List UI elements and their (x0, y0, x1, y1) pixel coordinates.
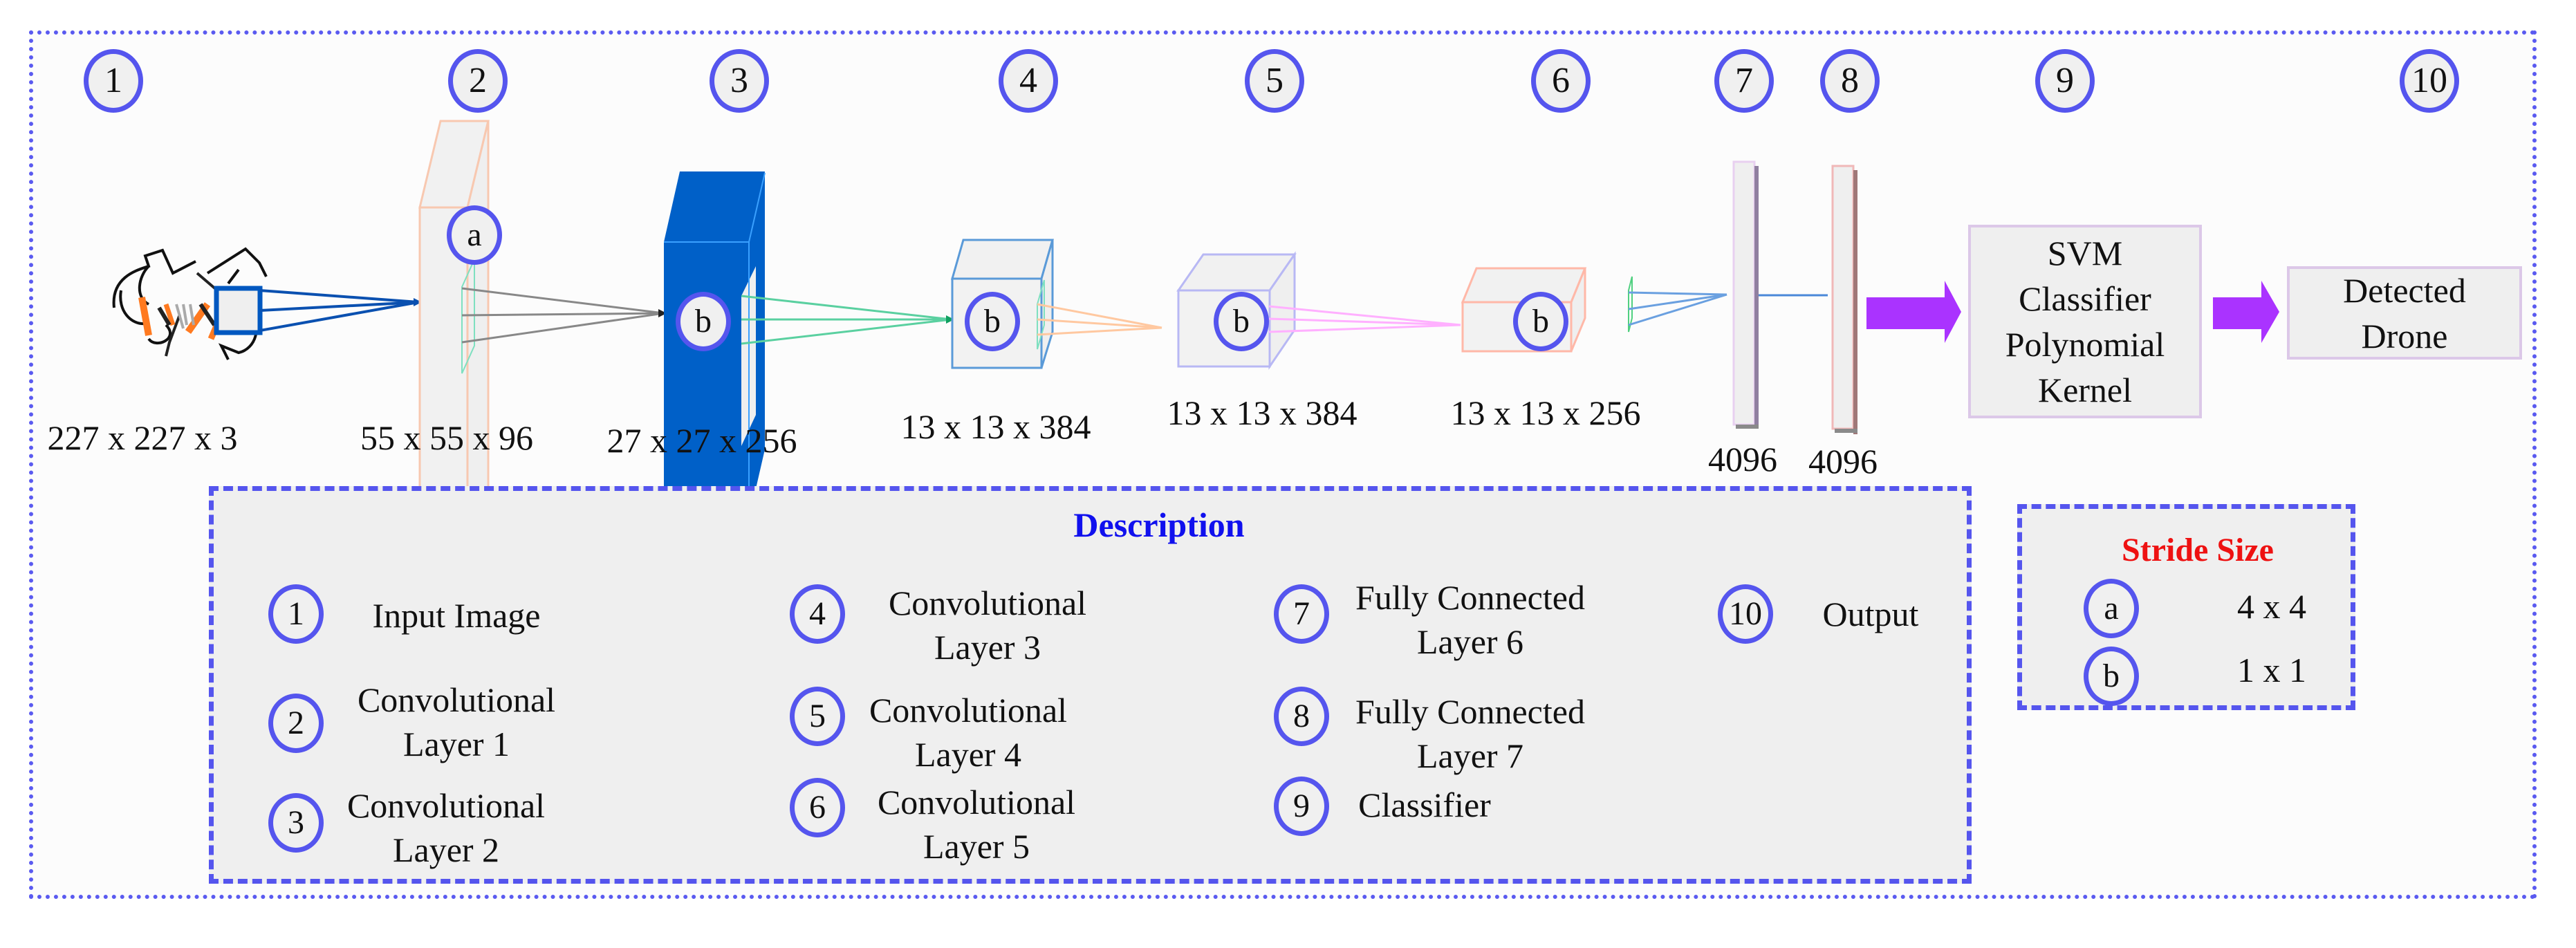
step-circle-8: 8 (1820, 49, 1880, 113)
desc-label-6-line-2: Layer 5 (923, 827, 1030, 866)
step-circle-1: 1 (84, 49, 143, 113)
desc-label-1: Input Image (373, 593, 541, 638)
stride-title: Stride Size (2122, 532, 2274, 568)
stride-key-a: a (2084, 579, 2139, 638)
desc-circle-8: 8 (1274, 687, 1329, 746)
stride-marker-conv4: b (1214, 292, 1269, 351)
svm-line-1: SVM (2047, 234, 2123, 272)
stride-marker-conv5: b (1513, 292, 1568, 351)
fc6-bar (1732, 160, 1759, 429)
desc-label-7-line-1: Fully Connected (1355, 578, 1585, 617)
desc-circle-4: 4 (790, 584, 845, 644)
desc-label-8: Fully Connected Layer 7 (1355, 689, 1585, 778)
desc-label-4-line-2: Layer 3 (934, 628, 1041, 667)
output-line-2: Drone (2361, 316, 2448, 355)
desc-label-2: Convolutional Layer 1 (358, 678, 555, 766)
description-title: Description (1073, 505, 1245, 544)
conv3-projection-lines (1037, 303, 1162, 336)
desc-label-7-line-2: Layer 6 (1416, 622, 1524, 661)
stride-marker-conv2: b (676, 292, 731, 351)
desc-label-1-line-1: Input Image (372, 596, 541, 635)
step-circle-5: 5 (1245, 49, 1304, 113)
stride-value-b: 1 x 1 (2237, 651, 2306, 689)
desc-circle-6: 6 (790, 778, 845, 837)
arrow-to-output (2213, 281, 2279, 343)
output-line-1: Detected (2343, 270, 2466, 310)
desc-label-4-line-1: Convolutional (888, 584, 1087, 622)
conv1-projection-lines (461, 287, 665, 344)
desc-label-4: Convolutional Layer 3 (889, 581, 1086, 669)
step-circle-9: 9 (2035, 49, 2095, 113)
desc-label-5: Convolutional Layer 4 (869, 688, 1067, 777)
desc-label-9: Classifier (1358, 783, 1491, 827)
stride-value-a: 4 x 4 (2237, 587, 2306, 626)
desc-circle-2: 2 (268, 694, 324, 753)
desc-label-10: Output (1823, 592, 1919, 636)
desc-circle-1: 1 (268, 584, 324, 644)
stride-marker-conv1: a (447, 205, 502, 265)
conv2-projection-lines (741, 295, 952, 345)
desc-circle-5: 5 (790, 687, 845, 746)
desc-label-3-line-1: Convolutional (346, 786, 546, 825)
desc-label-6-line-1: Convolutional (877, 783, 1076, 821)
svm-line-4: Kernel (2037, 371, 2133, 409)
stride-key-b: b (2084, 647, 2139, 706)
svm-line-2: Classifier (2019, 279, 2151, 318)
desc-label-2-line-2: Layer 1 (402, 725, 510, 763)
dim-conv4: 13 x 13 x 384 (1167, 393, 1358, 432)
desc-label-3: Convolutional Layer 2 (347, 783, 545, 872)
step-circle-4: 4 (999, 49, 1058, 113)
desc-label-5-line-2: Layer 4 (914, 735, 1022, 774)
dim-fc7: 4096 (1808, 442, 1878, 481)
svm-line-3: Polynomial (2005, 325, 2165, 364)
desc-circle-7: 7 (1274, 584, 1329, 644)
input-projection-lines (259, 289, 419, 332)
dim-fc6: 4096 (1708, 440, 1777, 478)
desc-label-6: Convolutional Layer 5 (878, 780, 1075, 868)
desc-label-8-line-1: Fully Connected (1355, 692, 1585, 731)
step-circle-10: 10 (2400, 49, 2459, 113)
desc-circle-10: 10 (1718, 584, 1773, 644)
arrow-to-classifier (1866, 281, 1961, 343)
dim-conv5: 13 x 13 x 256 (1450, 393, 1641, 432)
svm-classifier-box: SVM Classifier Polynomial Kernel (1968, 225, 2202, 418)
dim-conv1: 55 x 55 x 96 (360, 418, 533, 457)
desc-label-7: Fully Connected Layer 6 (1355, 575, 1585, 664)
input-kernel (214, 286, 263, 335)
desc-label-2-line-1: Convolutional (357, 680, 556, 719)
step-circle-6: 6 (1531, 49, 1591, 113)
desc-circle-9: 9 (1274, 777, 1329, 836)
stride-marker-conv3: b (965, 292, 1020, 351)
step-circle-2: 2 (448, 49, 508, 113)
desc-label-3-line-2: Layer 2 (392, 830, 500, 869)
desc-label-10-line-1: Output (1822, 595, 1919, 633)
dim-input: 227 x 227 x 3 (47, 418, 238, 457)
desc-circle-3: 3 (268, 793, 324, 853)
step-circle-7: 7 (1714, 49, 1774, 113)
dim-conv3: 13 x 13 x 384 (900, 407, 1091, 446)
step-circle-3: 3 (710, 49, 769, 113)
desc-label-8-line-2: Layer 7 (1416, 736, 1524, 775)
detected-drone-box: Detected Drone (2287, 266, 2522, 360)
conv5-projection-lines (1628, 291, 1727, 326)
fc7-bar (1831, 165, 1857, 434)
desc-label-9-line-1: Classifier (1358, 786, 1491, 824)
desc-label-5-line-1: Convolutional (869, 691, 1068, 729)
conv4-projection-lines (1268, 305, 1461, 333)
dim-conv2: 27 x 27 x 256 (606, 421, 797, 460)
